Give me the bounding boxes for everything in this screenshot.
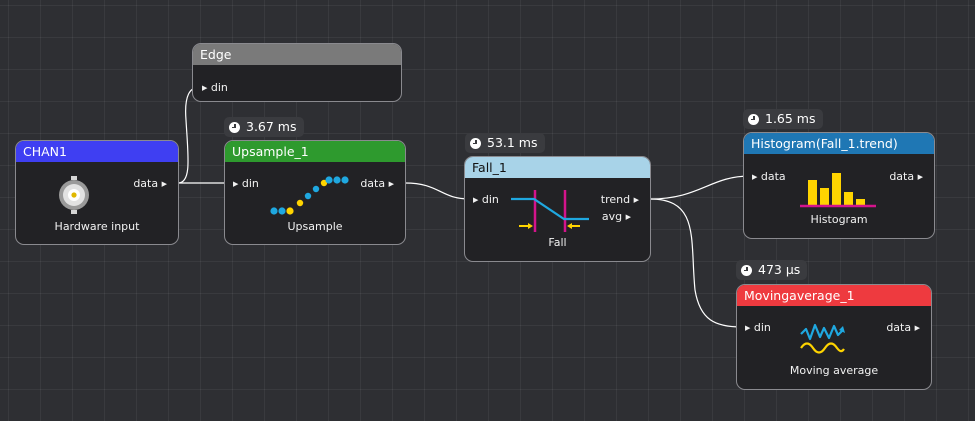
node-title: Fall_1 [465, 157, 650, 178]
node-title: Movingaverage_1 [737, 285, 931, 306]
clock-icon [748, 113, 759, 125]
output-port-data[interactable]: data ▶ [886, 321, 920, 334]
node-edge[interactable]: Edge ▶ din [192, 43, 402, 102]
clock-icon [229, 121, 240, 133]
port-label: avg [601, 210, 623, 223]
timing-value: 53.1 ms [487, 135, 538, 150]
node-fall[interactable]: Fall_1 ▶ din trend ▶ avg ▶ Fall [464, 156, 651, 262]
timing-value: 1.65 ms [765, 111, 816, 126]
node-title: Edge [193, 44, 401, 65]
timing-badge: 1.65 ms [743, 109, 823, 129]
input-port-data[interactable]: ▶ data [752, 170, 786, 183]
port-label: din [481, 193, 499, 206]
node-movingaverage[interactable]: Movingaverage_1 ▶ din data ▶ Moving aver… [736, 284, 932, 390]
node-histogram[interactable]: Histogram(Fall_1.trend) ▶ data data ▶ Hi… [743, 132, 935, 239]
node-chan1[interactable]: CHAN1 data ▶ Hardware input [15, 140, 179, 245]
output-port-data[interactable]: data ▶ [133, 177, 167, 190]
timing-badge: 3.67 ms [224, 117, 304, 137]
upsample-dots-icon [270, 176, 349, 215]
port-label: trend [600, 193, 631, 206]
node-caption: Histogram [810, 213, 868, 226]
timing-value: 473 µs [758, 262, 801, 277]
bnc-connector-icon [59, 176, 89, 214]
wire-fall-movingavg [649, 198, 743, 328]
port-label: data [133, 177, 159, 190]
wire-chan1-edge [177, 86, 201, 184]
output-port-avg[interactable]: avg ▶ [602, 210, 631, 223]
output-port-trend[interactable]: trend ▶ [601, 193, 639, 206]
output-port-data[interactable]: data ▶ [360, 177, 394, 190]
fall-edge-icon [511, 190, 589, 232]
input-port-din[interactable]: ▶ din [745, 321, 771, 334]
node-caption: Fall [548, 236, 567, 249]
node-title: Histogram(Fall_1.trend) [744, 133, 934, 154]
clock-icon [741, 264, 752, 276]
node-title: Upsample_1 [225, 141, 405, 162]
output-port-data[interactable]: data ▶ [889, 170, 923, 183]
input-port-din[interactable]: ▶ din [233, 177, 259, 190]
port-label: din [210, 81, 228, 94]
input-port-din[interactable]: ▶ din [202, 81, 228, 94]
node-caption: Hardware input [54, 220, 140, 233]
node-title: CHAN1 [16, 141, 178, 162]
timing-badge: 473 µs [736, 260, 808, 280]
node-caption: Moving average [789, 364, 879, 377]
port-label: data [889, 170, 915, 183]
port-label: data [760, 170, 786, 183]
input-port-din[interactable]: ▶ din [473, 193, 499, 206]
port-label: din [753, 321, 771, 334]
node-caption: Upsample [287, 220, 343, 233]
histogram-bars-icon [800, 173, 876, 208]
port-label: data [360, 177, 386, 190]
timing-value: 3.67 ms [246, 119, 297, 134]
port-label: din [241, 177, 259, 190]
wire-upsample-fall [404, 182, 471, 200]
port-label: data [886, 321, 912, 334]
timing-badge: 53.1 ms [465, 133, 545, 153]
moving-average-waves-icon [800, 323, 845, 354]
node-upsample[interactable]: Upsample_1 ▶ din data ▶ Upsample [224, 140, 406, 245]
clock-icon [470, 137, 481, 149]
wire-fall-histogram [649, 175, 751, 200]
